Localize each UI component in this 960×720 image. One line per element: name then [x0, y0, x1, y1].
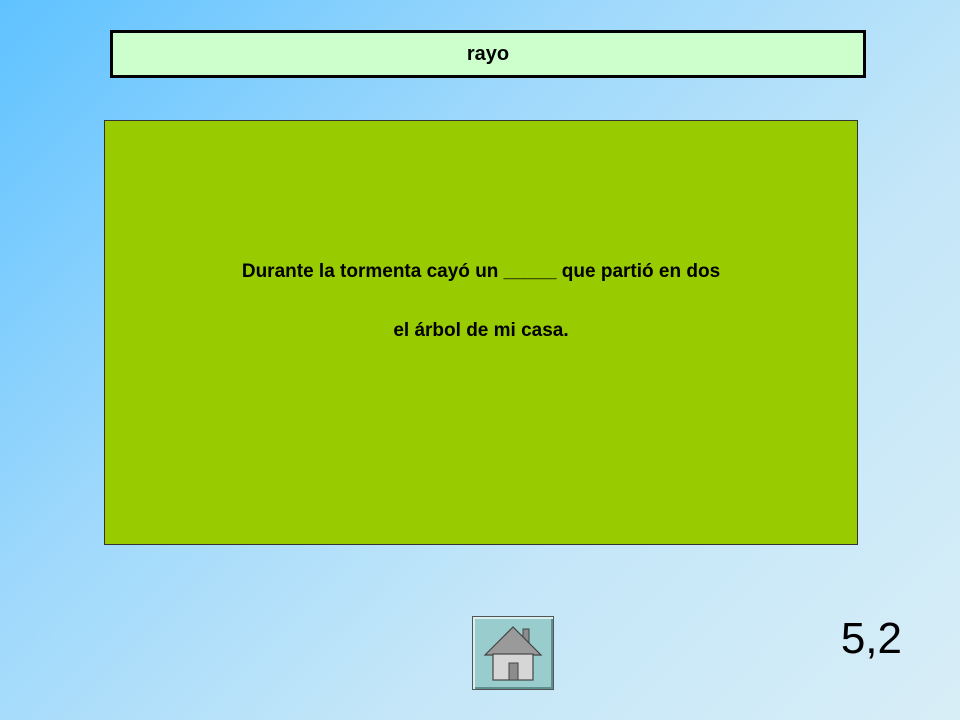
question-panel: Durante la tormenta cayó un _____ que pa… — [104, 120, 858, 545]
home-button[interactable] — [472, 616, 554, 690]
question-line-1: Durante la tormenta cayó un _____ que pa… — [241, 261, 721, 282]
house-icon — [483, 626, 543, 681]
score-label: 5,2 — [840, 614, 902, 663]
answer-bar: rayo — [110, 30, 866, 78]
question-line-2: el árbol de mi casa. — [393, 320, 569, 341]
answer-text: rayo — [466, 42, 510, 65]
